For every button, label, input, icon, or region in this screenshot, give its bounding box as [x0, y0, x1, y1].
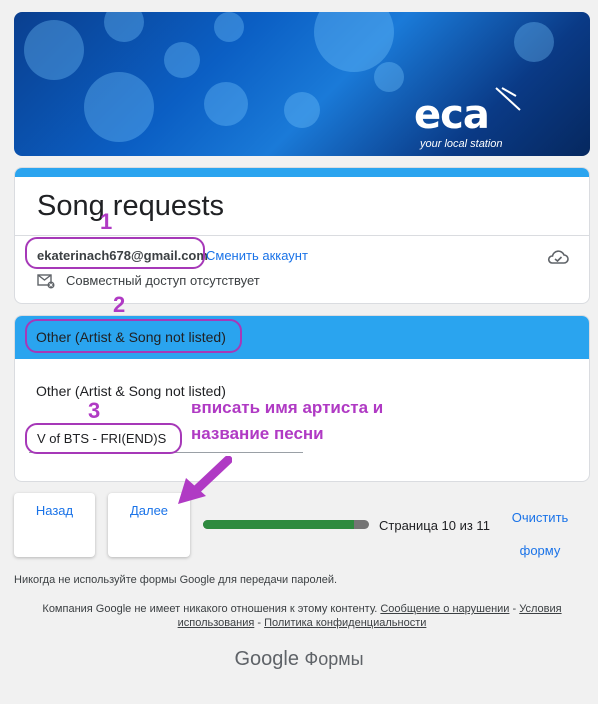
google-wordmark: Google [234, 648, 299, 670]
annotation-number-3: 3 [88, 398, 101, 423]
annotation-circle-email [25, 237, 205, 269]
legal-notice: Компания Google не имеет никакого отноше… [20, 602, 584, 630]
annotation-instruction-line2: название песни [191, 424, 324, 443]
logo-wing-icon [495, 87, 521, 111]
logo-text: eca [414, 92, 490, 138]
back-button-label: Назад [35, 503, 74, 518]
station-logo: eca your local station [414, 87, 534, 156]
form-header-card: Song requests ekaterinach678@gmail.com С… [14, 167, 590, 304]
page-indicator: Страница 10 из 11 [379, 518, 490, 533]
banner-bubble [514, 22, 554, 62]
progress-bar [203, 520, 369, 529]
cloud-saved-icon [547, 250, 569, 264]
banner-bubble [24, 20, 84, 80]
report-abuse-link[interactable]: Сообщение о нарушении [380, 603, 509, 615]
logo-tagline: your local station [420, 138, 503, 150]
banner-bubble [164, 42, 200, 78]
progress-bar-fill [203, 520, 354, 529]
banner-bubble [214, 12, 244, 42]
forms-wordmark: Формы [304, 649, 364, 669]
password-warning: Никогда не используйте формы Google для … [14, 574, 338, 586]
annotation-number-2: 2 [113, 292, 126, 317]
annotation-circle-answer [25, 423, 182, 454]
google-forms-logo[interactable]: Google Формы [0, 648, 598, 671]
header-banner: eca your local station [14, 12, 590, 156]
disclaimer-text: Компания Google не имеет никакого отноше… [42, 603, 378, 615]
switch-account-link[interactable]: Сменить аккаунт [206, 248, 308, 263]
annotation-arrow-icon [178, 456, 232, 504]
sharing-status: Совместный доступ отсутствует [66, 273, 260, 288]
banner-bubble [84, 72, 154, 142]
separator: - [254, 617, 265, 629]
banner-bubble [284, 92, 320, 128]
privacy-link[interactable]: Политика конфиденциальности [264, 617, 426, 629]
back-button[interactable]: Назад [14, 493, 95, 557]
divider [15, 235, 589, 236]
accent-bar [15, 168, 589, 177]
form-title: Song requests [37, 190, 225, 222]
annotation-number-1: 1 [100, 209, 113, 234]
annotation-circle-section [25, 319, 242, 353]
separator: - [509, 603, 520, 615]
banner-bubble [104, 12, 144, 42]
annotation-instruction-line1: вписать имя артиста и [191, 398, 384, 417]
banner-bubble [374, 62, 404, 92]
not-shared-icon [37, 274, 55, 289]
annotation-instruction: вписать имя артиста и название песни [191, 395, 383, 447]
clear-form-button[interactable]: Очистить форму [500, 501, 580, 567]
banner-bubble [204, 82, 248, 126]
